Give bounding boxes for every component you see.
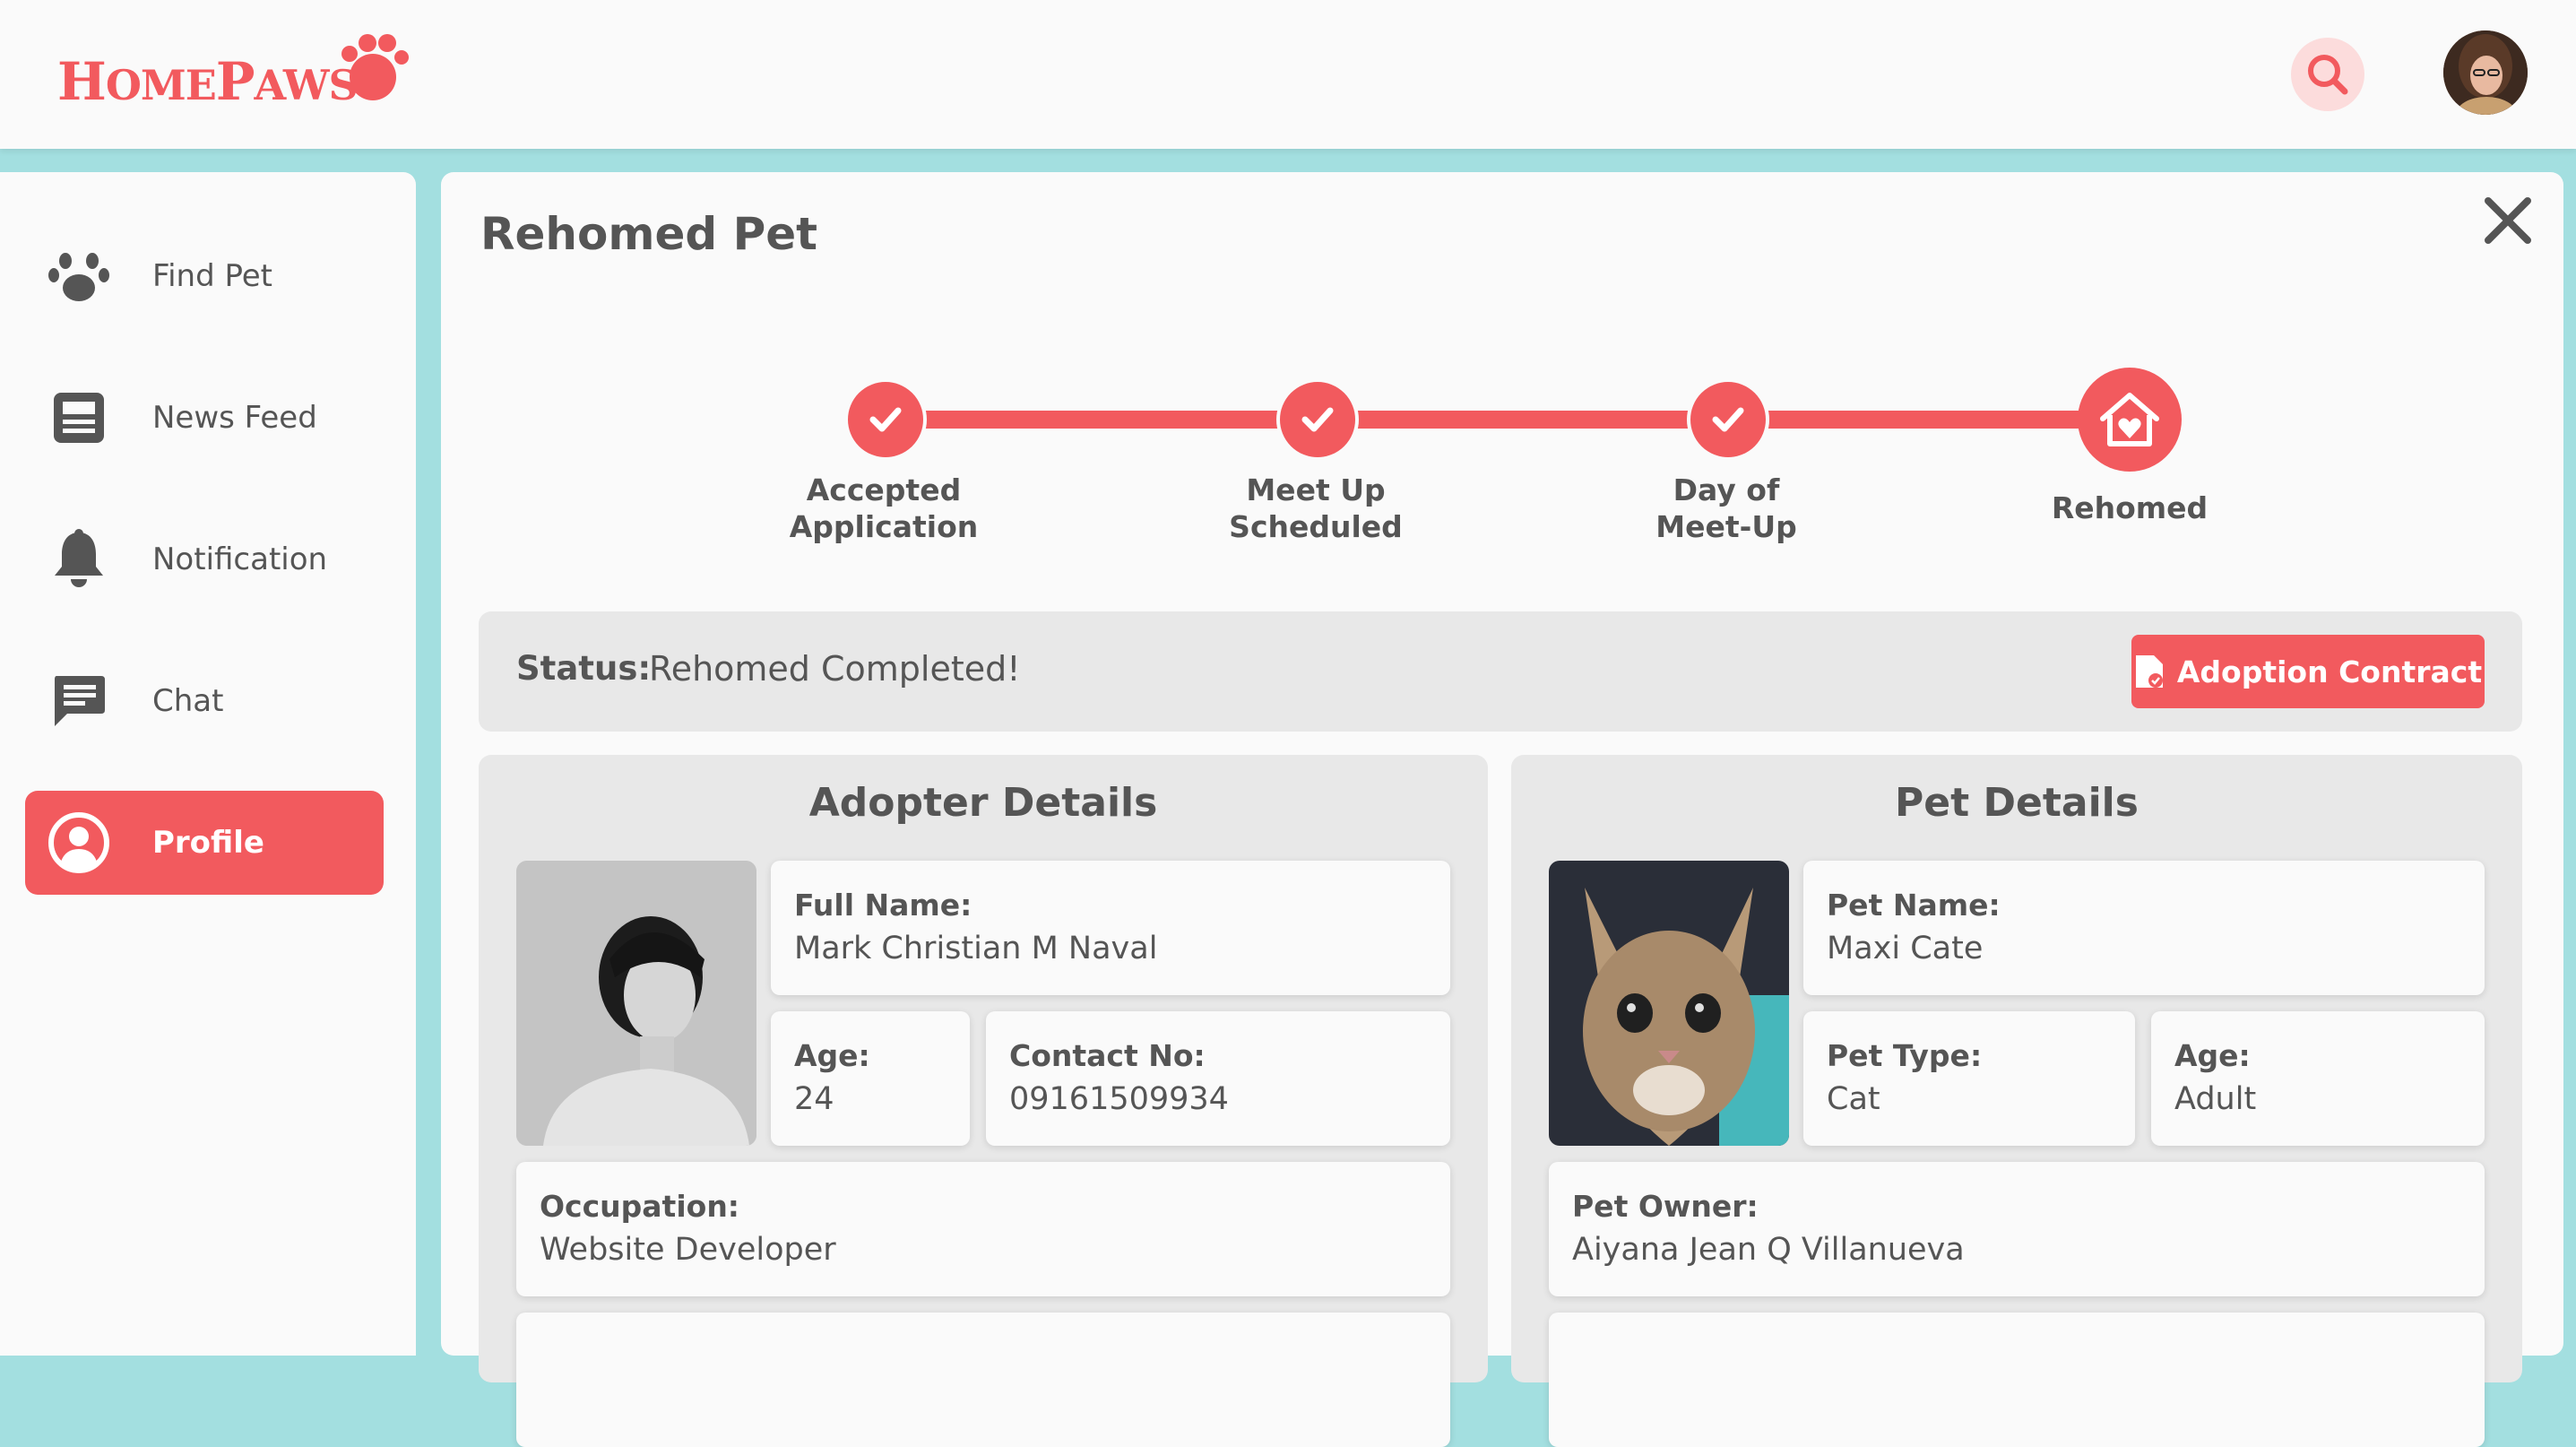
sidebar-item-label: Chat bbox=[152, 683, 224, 719]
step-accepted-application bbox=[844, 378, 927, 461]
step-label: Day of Meet-Up bbox=[1655, 472, 1797, 544]
bell-icon bbox=[25, 529, 133, 590]
sidebar-item-notification[interactable]: Notification bbox=[25, 507, 384, 611]
sidebar-item-news-feed[interactable]: News Feed bbox=[25, 366, 384, 470]
pet-details-panel: Pet Details Pet Name: Maxi Cate Pet Type… bbox=[1511, 755, 2522, 1447]
adoption-contract-button[interactable]: Adoption Contract bbox=[2131, 635, 2485, 708]
progress-stepper: Accepted Application Meet Up Scheduled D… bbox=[441, 172, 2563, 567]
paw-icon bbox=[25, 248, 133, 304]
sidebar-item-label: Find Pet bbox=[152, 258, 273, 294]
age-label: Age: bbox=[794, 1038, 870, 1073]
stepper-line bbox=[882, 411, 2131, 429]
pet-details-title: Pet Details bbox=[1895, 780, 2139, 826]
check-icon bbox=[869, 407, 902, 432]
age-value: 24 bbox=[794, 1081, 834, 1117]
main-content: Rehomed Pet Accepted Application Meet Up… bbox=[441, 172, 2563, 1447]
step-label: Rehomed bbox=[2051, 490, 2209, 525]
pet-photo bbox=[1549, 861, 1789, 1146]
full-name-value: Mark Christian M Naval bbox=[794, 931, 1158, 966]
adopter-details-title: Adopter Details bbox=[808, 780, 1158, 826]
home-heart-icon bbox=[2100, 393, 2159, 446]
sidebar-item-profile[interactable]: Profile bbox=[25, 791, 384, 895]
pet-type-label: Pet Type: bbox=[1827, 1038, 1983, 1073]
step-day-of-meet-up bbox=[1687, 378, 1769, 461]
pet-name-card: Pet Name: Maxi Cate bbox=[1803, 861, 2485, 995]
occupation-card: Occupation: Website Developer bbox=[516, 1162, 1450, 1296]
search-button[interactable] bbox=[2291, 38, 2364, 111]
chat-icon bbox=[25, 674, 133, 728]
full-name-card: Full Name: Mark Christian M Naval bbox=[771, 861, 1450, 995]
contact-value: 09161509934 bbox=[1009, 1081, 1229, 1117]
user-circle-icon bbox=[25, 811, 133, 874]
contact-label: Contact No: bbox=[1009, 1038, 1206, 1073]
adopter-photo bbox=[516, 861, 756, 1146]
adoption-contract-label: Adoption Contract bbox=[2176, 654, 2483, 689]
status-bar: Status: Rehomed Completed! Adoption Cont… bbox=[479, 611, 2522, 732]
pet-age-value: Adult bbox=[2174, 1081, 2257, 1117]
user-avatar[interactable] bbox=[2443, 30, 2528, 115]
pet-name-label: Pet Name: bbox=[1827, 888, 2001, 923]
top-header: HOMEPAWS bbox=[0, 0, 2576, 149]
adopter-details-panel: Adopter Details Full Name: Mark Christia… bbox=[479, 755, 1488, 1447]
status-label: Status: bbox=[516, 649, 652, 688]
sidebar-item-label: News Feed bbox=[152, 400, 317, 436]
full-name-label: Full Name: bbox=[794, 888, 972, 923]
step-label: Accepted Application bbox=[789, 472, 979, 544]
occupation-value: Website Developer bbox=[540, 1232, 836, 1268]
age-card: Age: 24 bbox=[771, 1011, 970, 1146]
step-meet-up-scheduled bbox=[1276, 378, 1359, 461]
pet-type-value: Cat bbox=[1827, 1081, 1880, 1117]
check-icon bbox=[1301, 407, 1334, 432]
avatar-image bbox=[2443, 30, 2528, 115]
pet-name-value: Maxi Cate bbox=[1827, 931, 1984, 966]
pet-owner-card: Pet Owner: Aiyana Jean Q Villanueva bbox=[1549, 1162, 2485, 1296]
contact-card: Contact No: 09161509934 bbox=[986, 1011, 1450, 1146]
newspaper-icon bbox=[25, 391, 133, 445]
homepaws-logo[interactable]: HOMEPAWS bbox=[57, 34, 409, 108]
logo-paw-icon bbox=[341, 34, 409, 100]
next-card bbox=[516, 1313, 1450, 1447]
pet-age-card: Age: Adult bbox=[2151, 1011, 2485, 1146]
pet-owner-label: Pet Owner: bbox=[1572, 1189, 1759, 1224]
occupation-label: Occupation: bbox=[540, 1189, 740, 1224]
search-icon bbox=[2308, 55, 2348, 95]
step-label: Meet Up Scheduled bbox=[1229, 472, 1403, 544]
sidebar-item-label: Profile bbox=[152, 825, 264, 861]
sidebar: Find Pet News Feed Notification Chat Pro… bbox=[0, 172, 416, 1356]
step-rehomed bbox=[2078, 368, 2182, 472]
next-card bbox=[1549, 1313, 2485, 1447]
sidebar-item-label: Notification bbox=[152, 542, 328, 577]
sidebar-item-find-pet[interactable]: Find Pet bbox=[25, 224, 384, 328]
sidebar-item-chat[interactable]: Chat bbox=[25, 649, 384, 753]
document-icon bbox=[2135, 655, 2163, 688]
pet-age-label: Age: bbox=[2174, 1038, 2251, 1073]
pet-type-card: Pet Type: Cat bbox=[1803, 1011, 2135, 1146]
pet-owner-value: Aiyana Jean Q Villanueva bbox=[1572, 1232, 1965, 1268]
status-value: Rehomed Completed! bbox=[649, 649, 1021, 689]
check-icon bbox=[1712, 407, 1744, 432]
